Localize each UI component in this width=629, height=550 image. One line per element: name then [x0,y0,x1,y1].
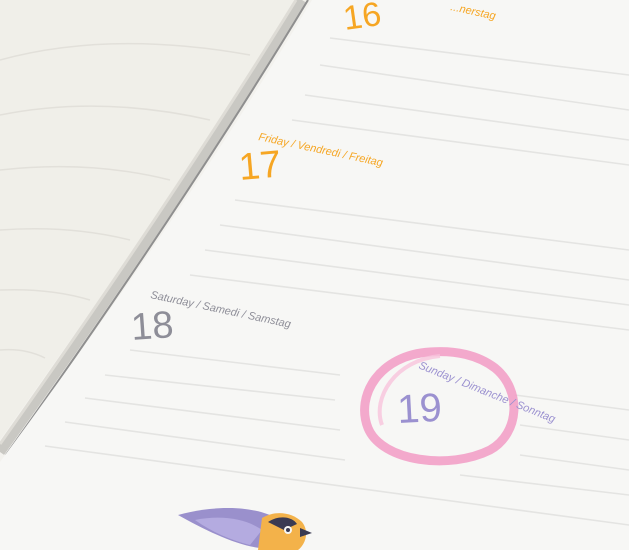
day-number-17: 17 [237,143,283,189]
day-number-16: 16 [341,0,384,38]
planner-photo: 16 ...nerstag Friday / Vendredi / Freita… [0,0,629,550]
day-number-18: 18 [130,304,175,349]
day-number-19: 19 [396,386,443,432]
